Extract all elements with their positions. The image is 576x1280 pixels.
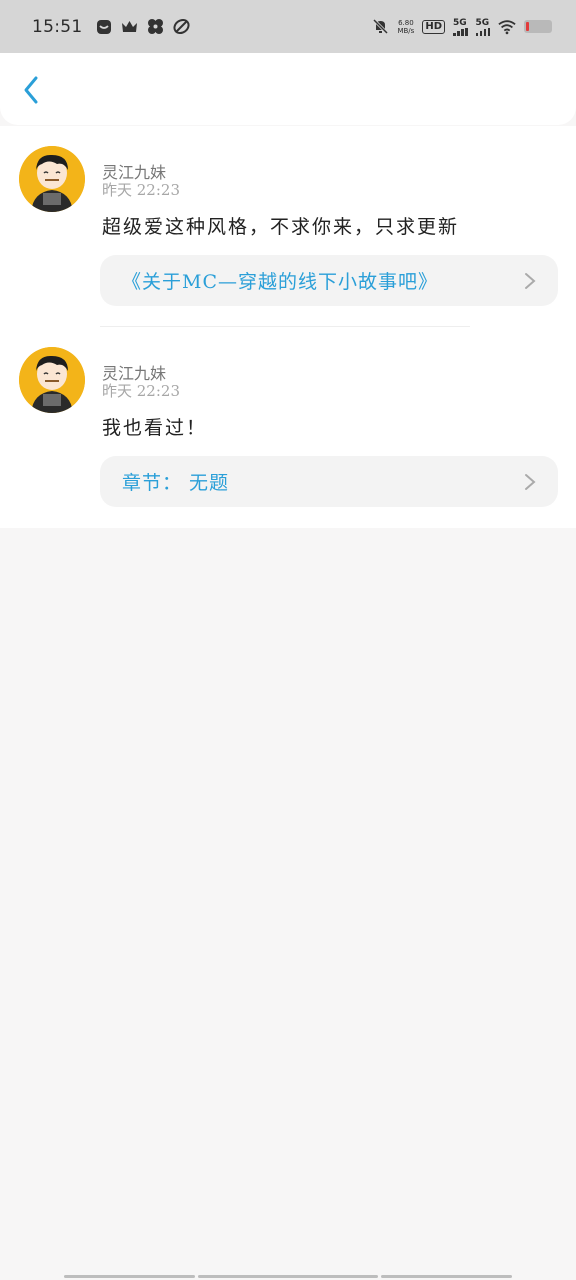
chevron-right-icon	[525, 474, 536, 490]
source-link-text: 《关于MC—穿越的线下小故事吧》	[122, 271, 438, 293]
battery-icon	[524, 20, 552, 33]
signal-2-label: 5G	[475, 17, 490, 28]
notification-icon	[95, 18, 113, 36]
source-link-card[interactable]: 《关于MC—穿越的线下小故事吧》	[100, 255, 558, 306]
leaf-icon	[173, 18, 191, 36]
signal-1: 5G	[453, 18, 468, 36]
comment-item: 灵江九妹 昨天 22:23 我也看过！ 章节： 无题	[0, 327, 576, 528]
mute-bell-icon	[371, 18, 389, 36]
gesture-bar-middle	[198, 1275, 378, 1278]
comment-list: 灵江九妹 昨天 22:23 超级爱这种风格，不求你来，只求更新 《关于MC—穿越…	[0, 126, 576, 528]
signal-1-label: 5G	[453, 17, 467, 28]
net-speed: 6.80 MB/s	[397, 19, 414, 35]
avatar[interactable]	[19, 146, 85, 212]
wifi-icon	[498, 18, 516, 36]
back-chevron-icon	[24, 76, 38, 104]
net-speed-unit: MB/s	[397, 26, 415, 35]
source-link-card[interactable]: 章节： 无题	[100, 456, 558, 507]
crown-icon	[121, 18, 139, 36]
gesture-bar-right	[381, 1275, 512, 1278]
comment-item: 灵江九妹 昨天 22:23 超级爱这种风格，不求你来，只求更新 《关于MC—穿越…	[0, 126, 576, 327]
gesture-bar-left	[64, 1275, 195, 1278]
status-bar: 15:51 6.80 MB/s HD 5G 5G	[0, 0, 576, 53]
chevron-right-icon	[525, 273, 536, 289]
hd-badge: HD	[422, 19, 445, 34]
avatar[interactable]	[19, 347, 85, 413]
signal-2: 5G	[475, 17, 490, 36]
header	[0, 53, 576, 125]
source-link-text: 章节： 无题	[122, 472, 230, 494]
comment-time: 昨天 22:23	[102, 382, 180, 400]
net-speed-value: 6.80	[398, 18, 414, 27]
pinwheel-icon	[147, 18, 165, 36]
back-button[interactable]	[14, 73, 48, 107]
comment-text: 超级爱这种风格，不求你来，只求更新	[102, 216, 460, 238]
status-time: 15:51	[32, 16, 83, 37]
comment-time: 昨天 22:23	[102, 181, 180, 199]
comment-text: 我也看过！	[102, 417, 208, 439]
